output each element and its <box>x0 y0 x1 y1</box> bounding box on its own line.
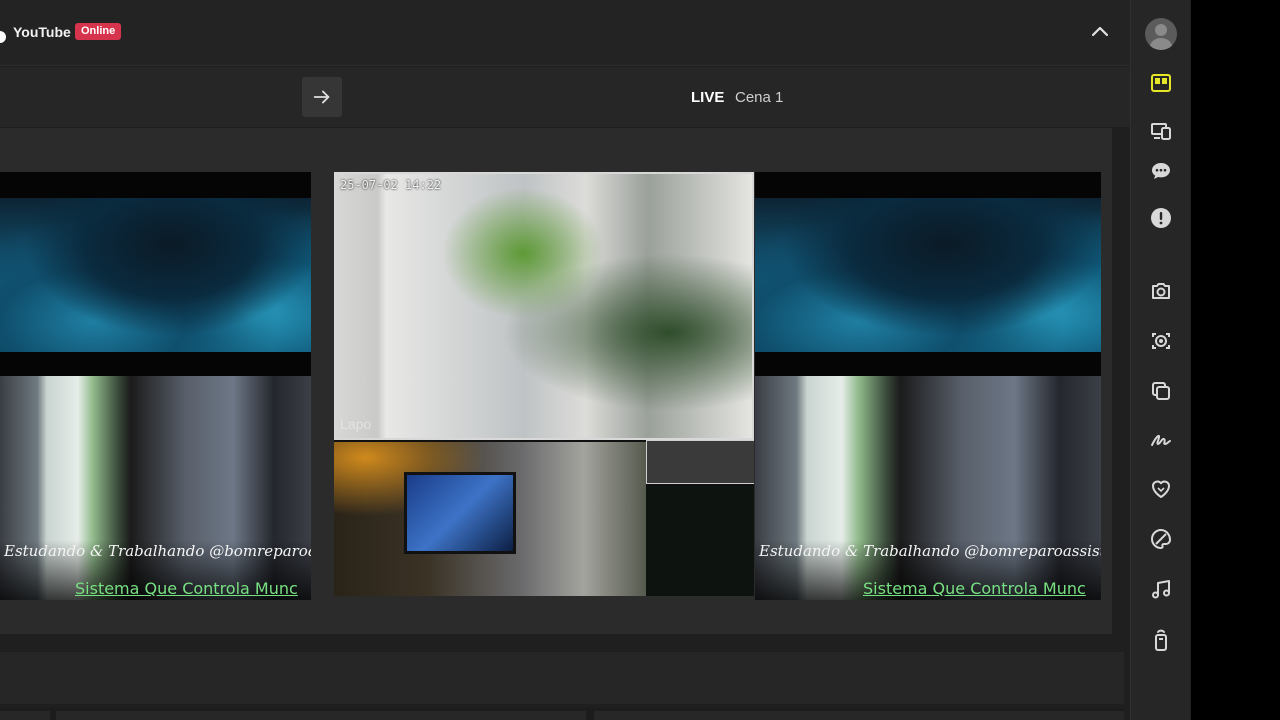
camera-watermark: Lapo <box>340 416 372 432</box>
scene-bar: LIVE Cena 1 <box>0 67 1130 127</box>
dock-tabs <box>0 708 1124 720</box>
desktop-background <box>1191 0 1280 720</box>
record-icon <box>1152 333 1170 349</box>
room-camera <box>0 376 311 600</box>
letterbox-middle <box>0 352 311 376</box>
layout-button[interactable] <box>1144 66 1178 100</box>
overlay-text-studying: Estudando & Trabalhando @bomreparoassist… <box>759 542 1101 560</box>
platform-header: YouTube Online <box>0 0 1130 66</box>
dock-panel <box>0 652 1124 704</box>
transition-button[interactable] <box>302 77 342 117</box>
overlay-text-system: Sistema Que Controla Munc <box>75 579 298 598</box>
chat-button[interactable] <box>1144 154 1178 188</box>
platform-name: YouTube <box>13 24 71 40</box>
dock-tab[interactable] <box>594 711 1124 720</box>
scene-name: Cena 1 <box>735 89 784 106</box>
user-avatar[interactable] <box>1145 18 1177 50</box>
chevron-up-icon <box>1091 26 1109 37</box>
window-capture <box>646 440 754 484</box>
letterbox-top <box>0 172 311 198</box>
live-label: LIVE <box>691 89 725 106</box>
right-preview[interactable]: Estudando & Trabalhando @bomreparoassist… <box>755 172 1101 600</box>
alert-icon <box>1151 208 1171 228</box>
music-button[interactable] <box>1144 572 1178 606</box>
preview-stage: Estudando & Trabalhando @bomreparoassist… <box>0 128 1112 634</box>
desk-monitor <box>404 472 516 554</box>
water-video <box>0 198 311 352</box>
copy-button[interactable] <box>1144 374 1178 408</box>
overlay-text-studying: Estudando & Trabalhando @bomreparoassist… <box>4 542 311 560</box>
devices-button[interactable] <box>1144 114 1178 148</box>
layout-icon <box>1151 74 1171 92</box>
status-badge: Online <box>75 23 122 40</box>
remote-button[interactable] <box>1144 623 1178 657</box>
support-button[interactable] <box>1144 472 1178 506</box>
left-preview[interactable]: Estudando & Trabalhando @bomreparoassist… <box>0 172 311 600</box>
chat-icon <box>1152 163 1170 179</box>
devices-icon <box>1151 123 1171 140</box>
heart-icon <box>1152 480 1170 498</box>
camera-icon <box>1152 283 1170 299</box>
remote-icon <box>1155 629 1167 651</box>
desk-camera <box>334 442 646 596</box>
music-icon <box>1152 580 1170 599</box>
right-sidebar <box>1130 0 1190 720</box>
camera-timestamp: 25-07-02 14:22 <box>340 178 442 192</box>
record-button[interactable] <box>1144 324 1178 358</box>
platform-logo-icon <box>0 31 6 43</box>
room-camera <box>755 376 1101 600</box>
palette-icon <box>1151 528 1172 550</box>
studio-app: YouTube Online LIVE Cena 1 Estudando & T… <box>0 0 1280 720</box>
letterbox-middle <box>755 352 1101 376</box>
copy-icon <box>1152 382 1170 400</box>
street-camera: 25-07-02 14:22 Lapo <box>334 172 754 440</box>
dark-capture <box>646 486 754 596</box>
signature-icon <box>1151 434 1171 446</box>
theme-button[interactable] <box>1144 522 1178 556</box>
collapse-button[interactable] <box>1086 18 1114 46</box>
water-video <box>755 198 1101 352</box>
camera-button[interactable] <box>1144 274 1178 308</box>
alert-button[interactable] <box>1144 201 1178 235</box>
dock-tab[interactable] <box>56 711 586 720</box>
letterbox-top <box>755 172 1101 198</box>
signature-button[interactable] <box>1144 423 1178 457</box>
dock-tab[interactable] <box>0 711 50 720</box>
overlay-text-system: Sistema Que Controla Munc <box>863 579 1086 598</box>
center-preview[interactable]: 25-07-02 14:22 Lapo <box>334 172 754 596</box>
arrow-right-icon <box>313 90 330 104</box>
